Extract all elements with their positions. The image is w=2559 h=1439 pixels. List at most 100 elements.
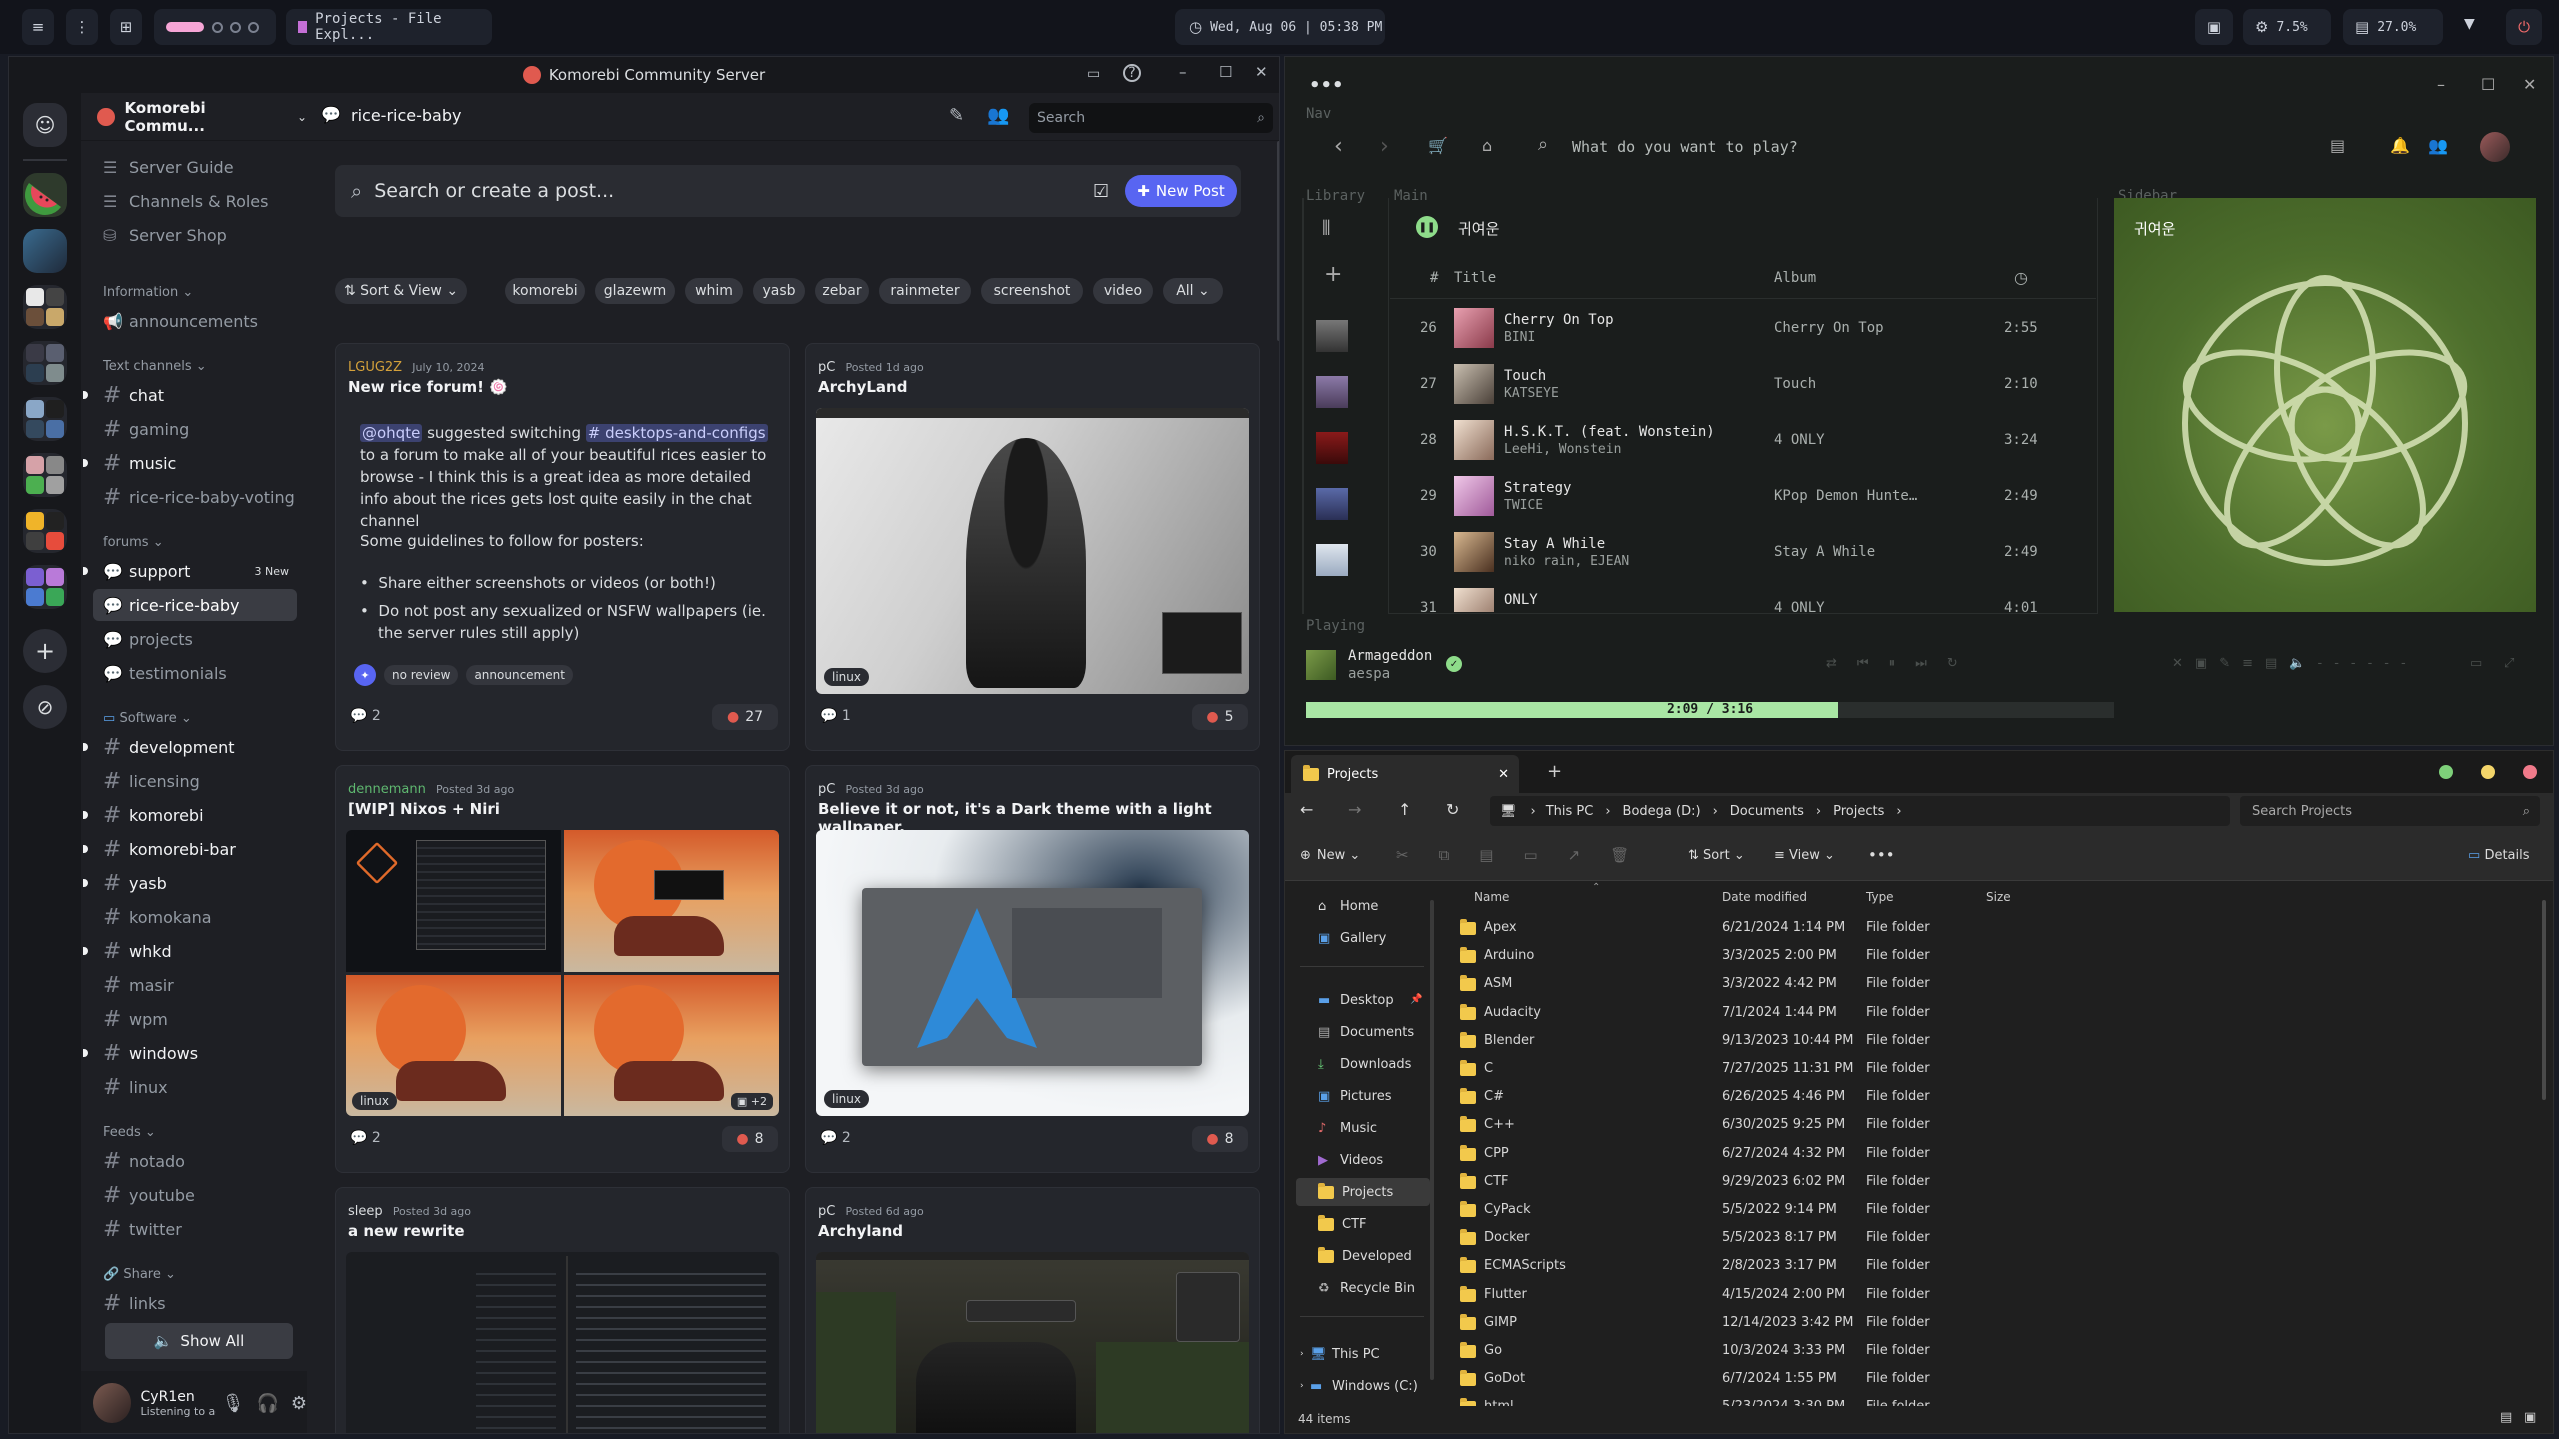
reaction-button[interactable]: ● 8 [722, 1126, 778, 1152]
file-row[interactable]: Blender 9/13/2023 10:44 PM File folder [1460, 1027, 2060, 1055]
server-folder-2[interactable] [23, 341, 67, 385]
mic-off-icon[interactable]: ✕ [2172, 656, 2195, 671]
channel-rice-rice-baby-voting[interactable]: # rice-rice-baby-voting [93, 481, 297, 513]
up-arrow-icon[interactable]: ↑ [1398, 800, 1411, 819]
channel-rice-rice-baby[interactable]: 💬 rice-rice-baby [93, 589, 297, 621]
repeat-icon[interactable]: ↻ [1947, 656, 1978, 671]
server-folder-5[interactable] [23, 509, 67, 553]
workspace-3[interactable] [230, 21, 241, 33]
cart-icon[interactable]: 🛒 [1428, 136, 1448, 155]
window-red-button[interactable] [2523, 765, 2537, 779]
minimize-icon[interactable]: – [1179, 63, 1187, 81]
track-row[interactable]: 31 ONLY 4 ONLY 4:01 [1390, 582, 2096, 612]
nav-windows-c[interactable]: › ▬ Windows (C:) [1300, 1372, 1418, 1400]
tag-filter[interactable]: rainmeter [879, 278, 971, 304]
post-thumbnail-grid[interactable]: linux ▣ +2 [346, 830, 779, 1116]
edit-icon[interactable]: ✎ [2219, 656, 2242, 671]
pause-icon[interactable]: ⏸ [1889, 656, 1916, 671]
liked-check-icon[interactable]: ✓ [1446, 656, 1462, 672]
track-artist[interactable]: LeeHi, Wonstein [1504, 442, 1621, 457]
channel-links[interactable]: # links [93, 1287, 297, 1319]
channel-twitter[interactable]: # twitter [93, 1213, 297, 1245]
cut-icon[interactable]: ✂ [1396, 846, 1439, 864]
breadcrumb-item[interactable]: Projects [1833, 804, 1884, 819]
file-row[interactable]: html 5/23/2024 3:30 PM File folder [1460, 1393, 2060, 1406]
queue-icon[interactable]: ≡ [2242, 656, 2265, 671]
scrollbar[interactable] [1277, 141, 1279, 341]
channel-komorebi[interactable]: # komorebi [83, 799, 297, 831]
track-album[interactable]: Cherry On Top [1774, 320, 1884, 336]
channel-music[interactable]: # music [83, 447, 297, 479]
close-icon[interactable]: ✕ [1255, 63, 1268, 81]
settings-gear-icon[interactable]: ⚙ [291, 1393, 307, 1414]
nav-downloads[interactable]: ⤓ Downloads [1318, 1050, 1411, 1078]
memory-widget[interactable]: ▤ 27.0% [2343, 9, 2443, 45]
add-server-icon[interactable]: + [23, 629, 67, 673]
breadcrumb-item[interactable]: Documents [1730, 804, 1804, 819]
members-icon[interactable]: 👥 [987, 105, 1009, 126]
device-icon[interactable]: ▤ [2265, 656, 2289, 671]
tray-chevron-icon[interactable]: ▼ [2464, 16, 2475, 32]
channel-projects[interactable]: 💬 projects [93, 623, 297, 655]
view-button[interactable]: ≡ View ⌄ [1774, 848, 1835, 863]
server-2[interactable] [23, 229, 67, 273]
new-button[interactable]: ⊕ New ⌄ [1300, 848, 1360, 863]
discover-icon[interactable]: ⊘ [23, 685, 67, 729]
post-thumbnail[interactable] [346, 1252, 779, 1433]
nav-this-pc[interactable]: › 🖥 This PC [1300, 1340, 1380, 1368]
nav-pictures[interactable]: ▣ Pictures [1318, 1082, 1391, 1110]
nav-home[interactable]: ⌂ Home [1318, 892, 1378, 920]
library-item[interactable] [1316, 320, 1348, 352]
post-author[interactable]: pC [818, 1204, 835, 1219]
new-post-button[interactable]: ✚ New Post [1125, 175, 1237, 207]
shuffle-icon[interactable]: ⇄ [1826, 656, 1857, 671]
fullscreen-icon[interactable]: ⤢ [2504, 656, 2514, 671]
server-folder-4[interactable] [23, 453, 67, 497]
reaction-button[interactable]: ● 5 [1192, 704, 1248, 730]
nav-videos[interactable]: ▶ Videos [1318, 1146, 1383, 1174]
rename-icon[interactable]: ▭ [1523, 846, 1567, 864]
track-album[interactable]: Stay A While [1774, 544, 1875, 560]
menu-icon[interactable]: ≡ [22, 9, 54, 45]
track-row[interactable]: 28 H.S.K.T. (feat. Wonstein) LeeHi, Wons… [1390, 414, 2090, 470]
nav-developed[interactable]: Developed [1318, 1242, 1412, 1270]
post-search-bar[interactable]: ⌕ Search or create a post... ☑ ✚ New Post [335, 165, 1241, 217]
category-forums[interactable]: forums ⌄ [103, 535, 164, 550]
library-item[interactable] [1316, 488, 1348, 520]
forum-post-card[interactable]: pC Posted 3d ago Believe it or not, it's… [805, 765, 1260, 1173]
bell-icon[interactable]: 🔔 [2390, 136, 2410, 155]
sort-view-button[interactable]: ⇅ Sort & View ⌄ [335, 278, 467, 304]
show-all-button[interactable]: 🔈 Show All [105, 1323, 293, 1359]
track-row[interactable]: 26 Cherry On Top BINI Cherry On Top 2:55 [1390, 302, 2090, 358]
file-row[interactable]: ECMAScripts 2/8/2023 3:17 PM File folder [1460, 1252, 2060, 1280]
tag-filter[interactable]: yasb [753, 278, 805, 304]
maximize-icon[interactable]: ☐ [2481, 75, 2495, 94]
lyrics-icon[interactable]: ▣ [2195, 656, 2219, 671]
tag-all-dropdown[interactable]: All ⌄ [1163, 278, 1223, 304]
tiles-view-icon[interactable]: ▣ [2524, 1410, 2536, 1425]
tag-filter[interactable]: glazewm [595, 278, 675, 304]
channel-mention[interactable]: # desktops-and-configs [585, 424, 768, 442]
delete-icon[interactable]: 🗑 [1610, 846, 1659, 864]
window-yellow-button[interactable] [2481, 765, 2495, 779]
tag-filter[interactable]: komorebi [505, 278, 585, 304]
channel-testimonials[interactable]: 💬 testimonials [93, 657, 297, 689]
forum-post-card[interactable]: LGUG2Z July 10, 2024 New rice forum! 🍥 @… [335, 343, 790, 751]
minimize-icon[interactable]: – [2437, 75, 2445, 94]
search-icon[interactable]: ⌕ [1538, 134, 1548, 155]
category-software[interactable]: ▭ Software ⌄ [103, 711, 192, 726]
details-button[interactable]: ▭ Details [2468, 848, 2530, 863]
channel-yasb[interactable]: # yasb [83, 867, 297, 899]
help-icon[interactable]: ? [1123, 64, 1141, 82]
channel-notado[interactable]: # notado [93, 1145, 297, 1177]
tag-filter[interactable]: video [1093, 278, 1153, 304]
library-icon[interactable]: ⫴ [1322, 216, 1330, 240]
workspace-2[interactable] [212, 21, 223, 33]
file-row[interactable]: CPP 6/27/2024 4:32 PM File folder [1460, 1140, 2060, 1168]
file-row[interactable]: C 7/27/2025 11:31 PM File folder [1460, 1055, 2060, 1083]
track-album[interactable]: 4 ONLY [1774, 432, 1825, 448]
category-text[interactable]: Text channels ⌄ [103, 359, 207, 374]
file-row[interactable]: C# 6/26/2025 4:46 PM File folder [1460, 1083, 2060, 1111]
workspace-4[interactable] [248, 21, 259, 33]
workspace-active[interactable] [166, 22, 204, 32]
